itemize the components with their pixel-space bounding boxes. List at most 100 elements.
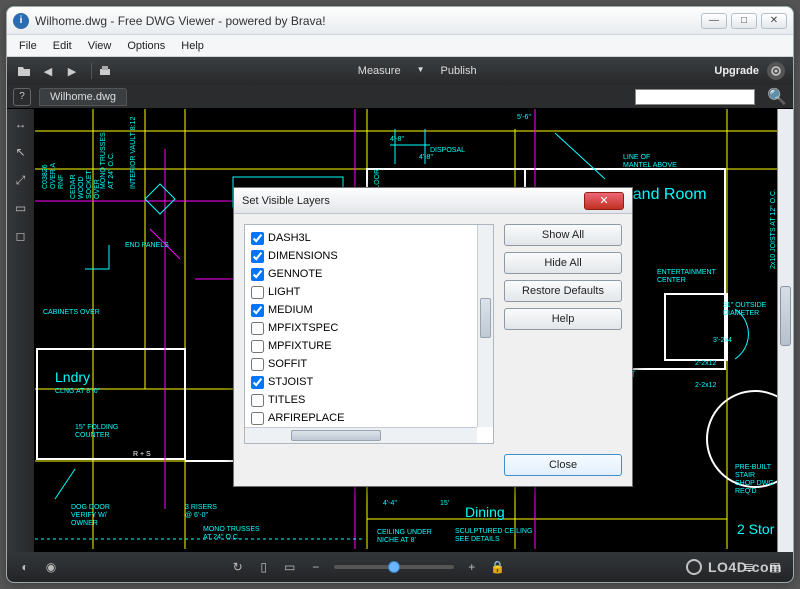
- back-icon[interactable]: ◀: [39, 62, 57, 80]
- dialog-button-column: Show All Hide All Restore Defaults Help: [504, 224, 622, 444]
- layer-checkbox[interactable]: [251, 322, 264, 335]
- zoom-in-icon[interactable]: +: [464, 559, 480, 575]
- forward-icon[interactable]: ▶: [63, 62, 81, 80]
- layer-row[interactable]: STJOIST: [249, 373, 475, 391]
- dialog-close-button[interactable]: ✕: [584, 192, 624, 210]
- label-disposal: DISPOSAL: [430, 147, 465, 154]
- layer-name: ARFIREPLACE: [268, 412, 344, 424]
- search-icon[interactable]: 🔍: [767, 87, 787, 107]
- layer-checkbox[interactable]: [251, 358, 264, 371]
- zoom-tool-icon[interactable]: ⤢: [12, 171, 30, 189]
- layer-name: GENNOTE: [268, 268, 322, 280]
- open-icon[interactable]: [15, 62, 33, 80]
- side-toolbar: ↔ ↖ ⤢ ▭ ◻: [7, 109, 35, 552]
- layer-checkbox[interactable]: [251, 286, 264, 299]
- help-button[interactable]: Help: [504, 308, 622, 330]
- pointer-tool-icon[interactable]: ↖: [12, 143, 30, 161]
- lock-icon[interactable]: 🔒: [490, 559, 506, 575]
- layer-name: DASH3L: [268, 232, 311, 244]
- monochrome-icon[interactable]: ◉: [43, 559, 59, 575]
- label-risers: 3 RISERS@ 6'-0": [185, 504, 217, 519]
- rotate-icon[interactable]: ↻: [230, 559, 246, 575]
- watermark-text: LO4D.com: [708, 559, 782, 575]
- separator: [91, 63, 92, 79]
- label-end-panels: END PANELS: [125, 242, 169, 249]
- layer-hscroll[interactable]: [245, 427, 477, 443]
- layer-checkbox[interactable]: [251, 340, 264, 353]
- menu-options[interactable]: Options: [119, 38, 173, 54]
- label-d2: 4'-8": [419, 154, 433, 161]
- pan-tool-icon[interactable]: ↔: [12, 115, 30, 133]
- page-icon[interactable]: ▯: [256, 559, 272, 575]
- layer-checkbox[interactable]: [251, 232, 264, 245]
- help-icon[interactable]: ?: [13, 88, 31, 106]
- vertical-scrollbar[interactable]: [777, 109, 793, 552]
- fit-tool-icon[interactable]: ◻: [12, 227, 30, 245]
- label-d7: 2-2x12: [695, 360, 717, 367]
- layer-row[interactable]: MPFIXTURE: [249, 337, 475, 355]
- dialog-titlebar[interactable]: Set Visible Layers ✕: [234, 188, 632, 214]
- scrollbar-thumb[interactable]: [780, 286, 791, 346]
- document-tab[interactable]: Wilhome.dwg: [39, 88, 127, 106]
- label-d8: 2-2x12: [695, 382, 717, 389]
- label-d5: 15': [440, 500, 449, 507]
- publish-menu[interactable]: Publish: [435, 63, 483, 79]
- measure-menu[interactable]: Measure: [352, 63, 407, 79]
- fit-width-icon[interactable]: ▭: [282, 559, 298, 575]
- menu-file[interactable]: File: [11, 38, 45, 54]
- hide-all-button[interactable]: Hide All: [504, 252, 622, 274]
- label-rs: R + S: [133, 451, 151, 458]
- layer-checkbox[interactable]: [251, 412, 264, 425]
- layer-row[interactable]: SOFFIT: [249, 355, 475, 373]
- contrast-icon[interactable]: ◐: [17, 559, 33, 575]
- search-input[interactable]: [635, 89, 755, 105]
- region-tool-icon[interactable]: ▭: [12, 199, 30, 217]
- label-sculptured: SCULPTURED CEILINGSEE DETAILS: [455, 528, 532, 543]
- zoom-slider[interactable]: [334, 565, 454, 569]
- titlebar: i Wilhome.dwg - Free DWG Viewer - powere…: [7, 7, 793, 35]
- layer-row[interactable]: MEDIUM: [249, 301, 475, 319]
- layer-checkbox[interactable]: [251, 304, 264, 317]
- maximize-button[interactable]: □: [731, 13, 757, 29]
- label-dog-door: DOG DOORVERIFY W/OWNER: [71, 504, 110, 527]
- label-cabinets-over: CABINETS OVER: [43, 309, 100, 316]
- layer-row[interactable]: GENNOTE: [249, 265, 475, 283]
- layer-row[interactable]: DASH3L: [249, 229, 475, 247]
- layer-checkbox[interactable]: [251, 376, 264, 389]
- close-window-button[interactable]: ✕: [761, 13, 787, 29]
- app-window: i Wilhome.dwg - Free DWG Viewer - powere…: [6, 6, 794, 583]
- layer-row[interactable]: LIGHT: [249, 283, 475, 301]
- tabstrip: ? Wilhome.dwg 🔍: [7, 85, 793, 109]
- menu-edit[interactable]: Edit: [45, 38, 80, 54]
- zoom-out-icon[interactable]: −: [308, 559, 324, 575]
- label-dining: Dining: [465, 504, 505, 520]
- restore-defaults-button[interactable]: Restore Defaults: [504, 280, 622, 302]
- layer-checkbox[interactable]: [251, 394, 264, 407]
- dropdown-icon[interactable]: ▼: [411, 63, 431, 79]
- layer-row[interactable]: MPFIXTSPEC: [249, 319, 475, 337]
- label-line-of-mantel: LINE OFMANTEL ABOVE: [623, 154, 677, 169]
- layer-row[interactable]: TITLES: [249, 391, 475, 409]
- layer-vscroll[interactable]: [477, 225, 493, 427]
- layer-checkbox[interactable]: [251, 268, 264, 281]
- layer-name: MPFIXTSPEC: [268, 322, 338, 334]
- layer-list[interactable]: DASH3L DIMENSIONS GENNOTE LIGHT MEDIUM MPFIXT…: [249, 229, 475, 425]
- layer-name: MEDIUM: [268, 304, 313, 316]
- layer-vscroll-thumb[interactable]: [480, 298, 491, 338]
- watermark: LO4D.com: [686, 559, 782, 575]
- app-icon: i: [13, 13, 29, 29]
- layer-list-panel: DASH3L DIMENSIONS GENNOTE LIGHT MEDIUM MPFIXT…: [244, 224, 494, 444]
- upgrade-link[interactable]: Upgrade: [714, 65, 759, 77]
- show-all-button[interactable]: Show All: [504, 224, 622, 246]
- layer-row[interactable]: DIMENSIONS: [249, 247, 475, 265]
- layer-checkbox[interactable]: [251, 250, 264, 263]
- menu-view[interactable]: View: [80, 38, 120, 54]
- close-button[interactable]: Close: [504, 454, 622, 476]
- layer-row[interactable]: ARFIREPLACE: [249, 409, 475, 425]
- menu-help[interactable]: Help: [173, 38, 212, 54]
- print-icon[interactable]: [96, 62, 114, 80]
- settings-icon[interactable]: [767, 62, 785, 80]
- minimize-button[interactable]: —: [701, 13, 727, 29]
- layer-hscroll-thumb[interactable]: [291, 430, 381, 441]
- zoom-thumb[interactable]: [388, 561, 400, 573]
